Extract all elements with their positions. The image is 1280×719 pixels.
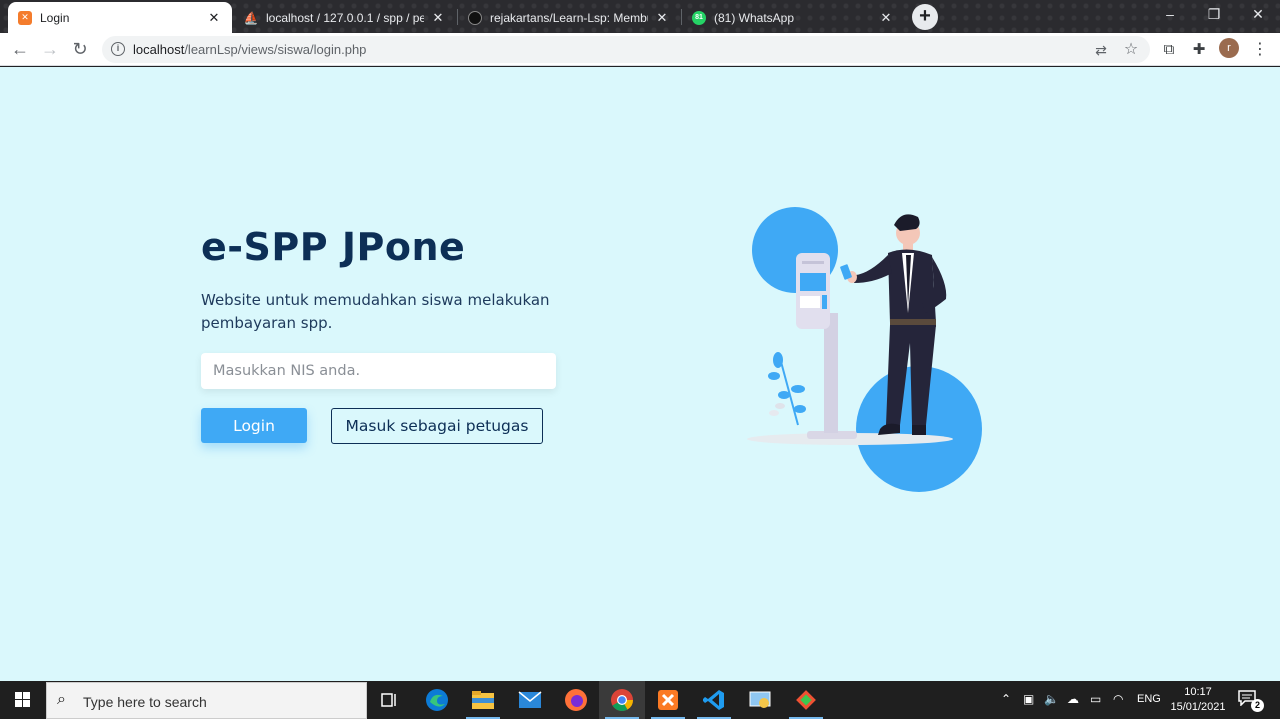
reload-icon[interactable]: ↻ <box>68 38 92 62</box>
notification-center-icon[interactable]: 2 <box>1238 690 1264 712</box>
chevron-up-icon[interactable]: ⌃ <box>1001 692 1011 706</box>
onedrive-cloud-icon[interactable]: ☁ <box>1067 692 1079 706</box>
windows-taskbar: ⌕ Type here to search ⌃ ▣ 🔈 ☁ ▭ ◠ ENG 10… <box>0 681 1280 719</box>
tab-phpmyadmin[interactable]: ⛵ localhost / 127.0.0.1 / spp / pem ✕ <box>234 2 456 33</box>
meet-now-icon[interactable]: ▣ <box>1023 692 1034 706</box>
language-indicator[interactable]: ENG <box>1137 693 1161 705</box>
phpmyadmin-icon: ⛵ <box>243 10 259 25</box>
url-host: localhost <box>133 42 185 57</box>
tab-github[interactable]: rejakartans/Learn-Lsp: Membuat ✕ <box>458 2 680 33</box>
tab-title: localhost / 127.0.0.1 / spp / pem <box>266 10 424 25</box>
page-description: Website untuk memudahkan siswa melakukan… <box>201 291 550 332</box>
translate-icon[interactable]: ⇄ <box>1092 41 1110 59</box>
page-title: e-SPP JPone <box>201 225 466 269</box>
tab-title: rejakartans/Learn-Lsp: Membuat <box>490 10 648 25</box>
file-explorer-icon[interactable] <box>460 681 506 719</box>
browser-tab-strip: ✕ Login ✕ ⛵ localhost / 127.0.0.1 / spp … <box>0 0 1280 33</box>
close-icon[interactable]: ✕ <box>430 10 446 26</box>
extensions-icon[interactable]: ✚ <box>1189 40 1209 60</box>
clock-date: 15/01/2021 <box>1170 701 1226 713</box>
system-clock[interactable]: 10:17 15/01/2021 <box>1166 685 1230 715</box>
login-button[interactable]: Login <box>201 408 307 443</box>
address-bar[interactable]: i localhost/learnLsp/views/siswa/login.p… <box>102 36 1150 63</box>
mail-icon[interactable] <box>507 681 553 719</box>
tab-title: (81) WhatsApp <box>714 10 795 25</box>
back-icon[interactable]: ← <box>8 38 32 62</box>
plant-icon <box>768 352 806 426</box>
staff-login-button[interactable]: Masuk sebagai petugas <box>331 408 543 444</box>
tab-login[interactable]: ✕ Login ✕ <box>8 2 232 33</box>
task-view-icon[interactable] <box>367 681 413 719</box>
new-tab-button[interactable]: + <box>912 4 938 30</box>
menu-kebab-icon[interactable]: ⋮ <box>1250 40 1270 60</box>
url-path: /learnLsp/views/siswa/login.php <box>184 42 367 57</box>
whatsapp-icon: 81 <box>692 10 706 25</box>
forward-icon[interactable]: → <box>38 38 62 62</box>
vscode-icon[interactable] <box>691 681 737 719</box>
control-panel-icon[interactable] <box>737 681 783 719</box>
xampp-icon: ✕ <box>18 10 32 25</box>
clock-time: 10:17 <box>1184 686 1212 698</box>
search-placeholder: Type here to search <box>83 694 207 710</box>
close-icon[interactable]: ✕ <box>206 10 222 26</box>
github-icon <box>468 10 482 25</box>
nis-input[interactable] <box>201 353 556 389</box>
tab-title: Login <box>40 10 70 25</box>
firefox-icon[interactable] <box>553 681 599 719</box>
restore-icon[interactable]: ❐ <box>1192 0 1236 30</box>
page-viewport: e-SPP JPone Website untuk memudahkan sis… <box>0 67 1280 681</box>
edge-icon[interactable] <box>414 681 460 719</box>
payment-illustration <box>747 207 982 492</box>
tab-search-icon[interactable]: ⧉ <box>1159 40 1179 60</box>
tab-whatsapp[interactable]: 81 (81) WhatsApp ✕ <box>682 2 904 33</box>
notification-badge: 2 <box>1251 699 1264 712</box>
volume-icon[interactable]: 🔈 <box>1044 692 1059 706</box>
wifi-icon[interactable]: ◠ <box>1113 692 1123 706</box>
bookmark-star-icon[interactable]: ☆ <box>1122 41 1140 59</box>
chrome-icon[interactable] <box>599 681 645 719</box>
windows-logo-icon <box>15 692 30 707</box>
search-icon: ⌕ <box>57 691 66 708</box>
payment-terminal-icon <box>796 253 857 439</box>
browser-toolbar: ← → ↻ i localhost/learnLsp/views/siswa/l… <box>0 33 1280 66</box>
close-icon[interactable]: ✕ <box>878 10 894 26</box>
start-button[interactable] <box>0 681 46 719</box>
git-icon[interactable] <box>783 681 829 719</box>
taskbar-search[interactable]: ⌕ Type here to search <box>46 682 367 719</box>
close-icon[interactable]: ✕ <box>654 10 670 26</box>
url-text[interactable]: localhost/learnLsp/views/siswa/login.php <box>133 42 366 57</box>
xampp-icon[interactable] <box>645 681 691 719</box>
window-close-icon[interactable]: ✕ <box>1236 0 1280 30</box>
minimize-icon[interactable]: – <box>1148 0 1192 30</box>
site-info-icon[interactable]: i <box>111 42 125 56</box>
profile-avatar[interactable]: r <box>1219 38 1239 58</box>
battery-icon[interactable]: ▭ <box>1090 692 1101 706</box>
